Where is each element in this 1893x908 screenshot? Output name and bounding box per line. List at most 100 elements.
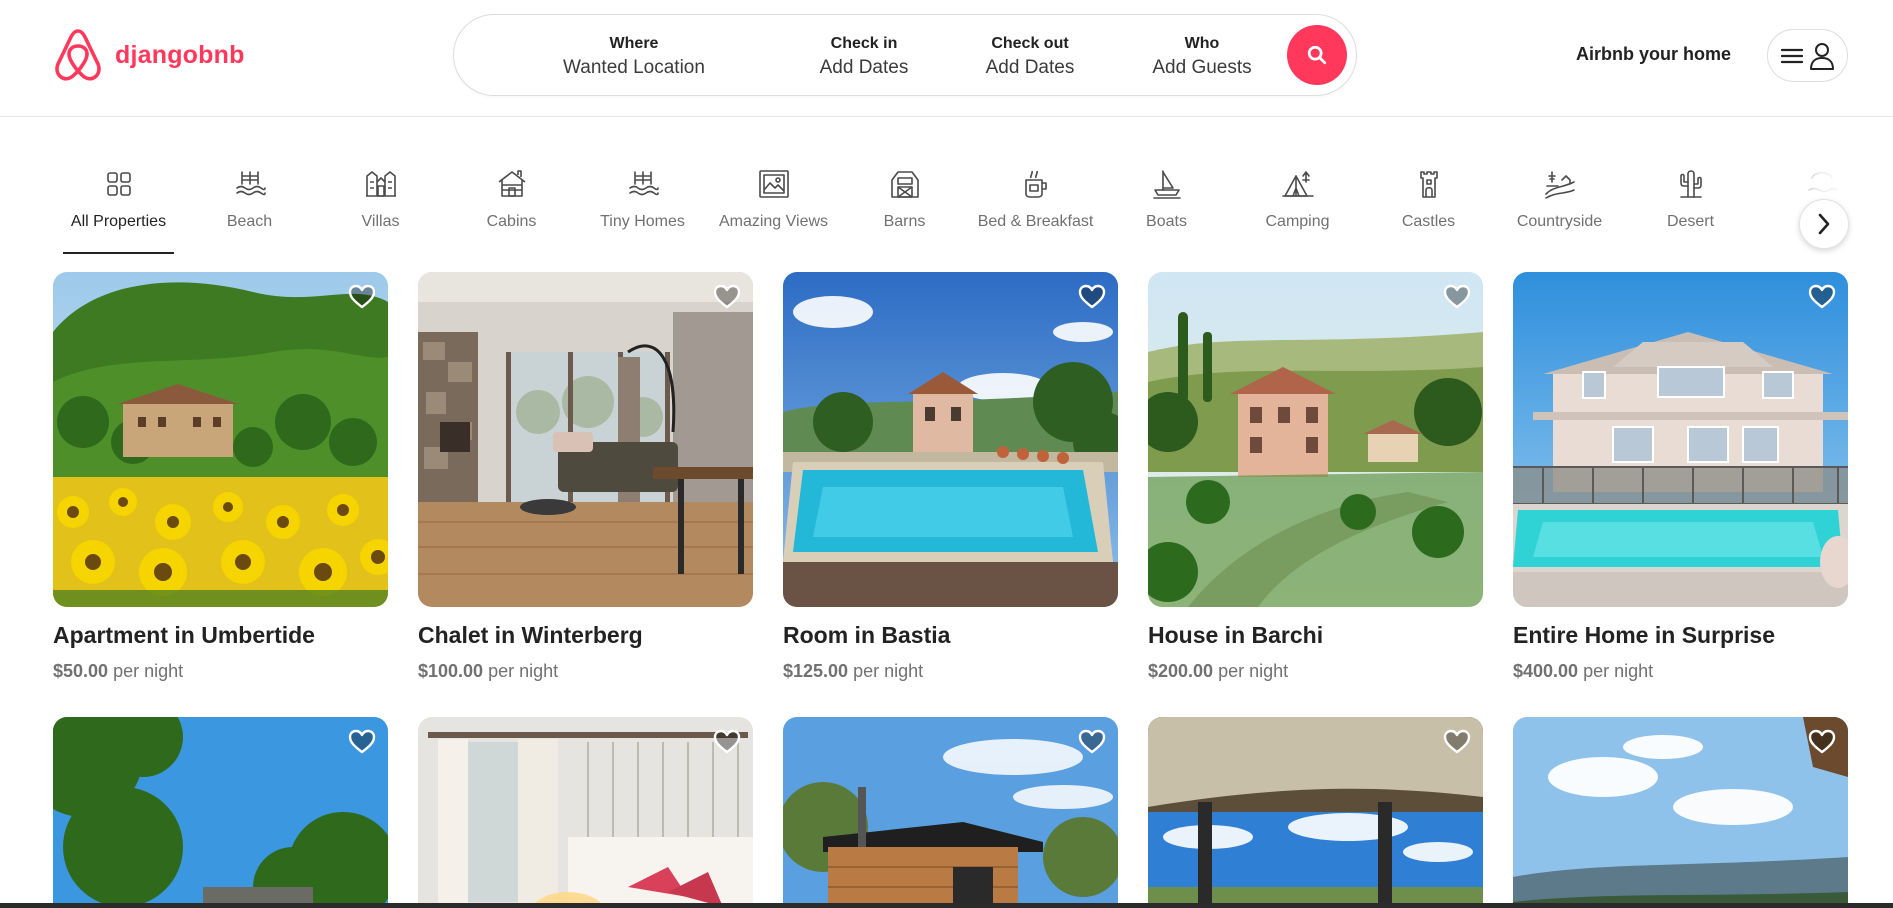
listing-photo[interactable] [53,717,388,908]
airbnb-belo-icon [55,29,101,81]
listing-price: $400.00 per night [1513,660,1848,682]
cabin-icon [498,170,525,197]
listing-price: $100.00 per night [418,660,753,682]
category-camping[interactable]: Camping [1232,168,1363,254]
listing-price: $50.00 per night [53,660,388,682]
category-beach[interactable]: Beach [184,168,315,254]
category-label: Camping [1265,213,1330,230]
listing-photo-image [783,717,1118,908]
price-unit: per night [1218,661,1289,681]
listing-card[interactable] [1148,717,1483,908]
category-bed-breakfast[interactable]: Bed & Breakfast [970,168,1101,254]
lake-icon [1807,171,1838,193]
listing-photo[interactable] [418,272,753,607]
category-label: Cabins [486,213,537,230]
window-bottom-edge [0,903,1893,908]
heart-icon[interactable] [348,283,376,311]
listing-card[interactable]: House in Barchi $200.00 per night [1148,272,1483,682]
hamburger-icon [1780,48,1803,63]
cactus-icon [1679,170,1702,198]
category-label: Barns [883,213,926,230]
listing-card[interactable] [418,717,753,908]
category-scroll-next-button[interactable] [1799,199,1849,249]
user-menu-button[interactable] [1767,29,1848,82]
listing-photo-image [418,272,753,607]
brand-logo[interactable]: djangobnb [53,28,245,82]
heart-icon[interactable] [348,728,376,756]
search-bar[interactable]: Where Wanted Location Check in Add Dates… [453,14,1357,96]
listing-photo[interactable] [783,717,1118,908]
category-label: Amazing Views [718,213,829,230]
listing-title: Room in Bastia [783,622,951,648]
category-desert[interactable]: Desert [1625,168,1756,254]
listing-card[interactable] [783,717,1118,908]
search-checkin[interactable]: Check in Add Dates [784,34,944,81]
category-label: Boats [1146,213,1187,230]
search-checkout[interactable]: Check out Add Dates [950,34,1110,81]
waves-icon [235,171,266,196]
listing-card[interactable] [53,717,388,908]
listing-photo[interactable] [1148,272,1483,607]
heart-icon[interactable] [1443,728,1471,756]
price-amount: $50.00 [53,661,109,681]
category-countryside[interactable]: Countryside [1494,168,1625,254]
listing-photo[interactable] [783,272,1118,607]
barn-icon [890,171,919,198]
villa-icon [365,171,396,197]
heart-icon[interactable] [1808,728,1836,756]
search-where[interactable]: Where Wanted Location [534,34,734,81]
heart-icon[interactable] [713,283,741,311]
who-label: Who [1184,35,1220,52]
category-label: Countryside [1516,213,1603,230]
checkin-label: Check in [830,35,898,52]
listing-photo-image [53,717,388,908]
top-header: djangobnb Where Wanted Location Check in… [0,0,1893,117]
listing-card[interactable]: Chalet in Winterberg $100.00 per night [418,272,753,682]
category-all-properties[interactable]: All Properties [53,168,184,254]
picture-icon [758,170,789,198]
listing-photo[interactable] [53,272,388,607]
grid-icon [106,172,131,196]
tiny-home-icon [628,171,659,196]
airbnb-your-home-link[interactable]: Airbnb your home [1576,44,1731,65]
coffee-cup-icon [1024,170,1047,198]
category-boats[interactable]: Boats [1101,168,1232,254]
category-bar: All Properties Beach Villas Cabins Tiny … [0,118,1893,254]
category-label: All Properties [70,213,167,230]
listing-card[interactable]: Entire Home in Surprise $400.00 per nigh… [1513,272,1848,682]
category-barns[interactable]: Barns [839,168,970,254]
where-value: Wanted Location [563,57,705,78]
category-label: Bed & Breakfast [977,213,1094,230]
price-amount: $125.00 [783,661,849,681]
listing-title: Chalet in Winterberg [418,622,643,648]
heart-icon[interactable] [713,728,741,756]
listing-photo[interactable] [1148,717,1483,908]
listing-photo[interactable] [1513,717,1848,908]
heart-icon[interactable] [1808,283,1836,311]
heart-icon[interactable] [1078,728,1106,756]
category-cabins[interactable]: Cabins [446,168,577,254]
category-label: Tiny Homes [600,213,685,230]
sailboat-icon [1152,170,1181,199]
user-icon [1809,42,1834,70]
price-unit: per night [113,661,184,681]
category-villas[interactable]: Villas [315,168,446,254]
listing-card[interactable]: Apartment in Umbertide $50.00 per night [53,272,388,682]
listing-card[interactable] [1513,717,1848,908]
price-unit: per night [488,661,559,681]
search-button[interactable] [1287,25,1347,85]
category-amazing-views[interactable]: Amazing Views [708,168,839,254]
listing-photo[interactable] [1513,272,1848,607]
listing-title: Apartment in Umbertide [53,622,315,648]
listing-photo[interactable] [418,717,753,908]
listing-title: Entire Home in Surprise [1513,622,1776,648]
category-tiny-homes[interactable]: Tiny Homes [577,168,708,254]
brand-name: djangobnb [115,40,245,69]
heart-icon[interactable] [1078,283,1106,311]
heart-icon[interactable] [1443,283,1471,311]
castle-icon [1419,171,1438,198]
category-castles[interactable]: Castles [1363,168,1494,254]
listing-card[interactable]: Room in Bastia $125.00 per night [783,272,1118,682]
search-who[interactable]: Who Add Guests [1122,34,1282,81]
countryside-icon [1544,171,1575,199]
